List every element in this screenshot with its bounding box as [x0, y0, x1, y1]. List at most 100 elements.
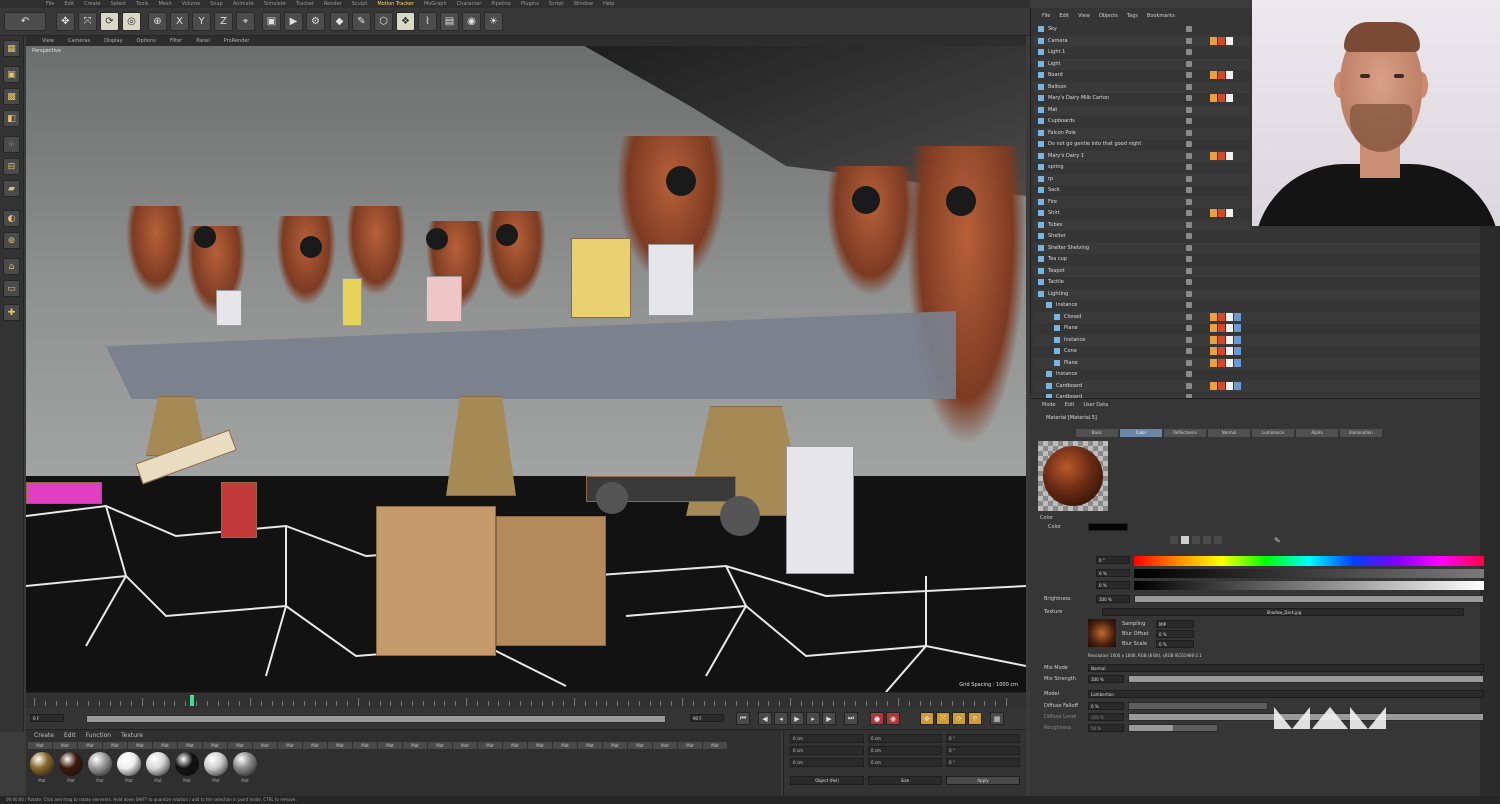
hue-field[interactable]: 0 ° [1096, 556, 1130, 564]
cardboard-box-open[interactable] [376, 506, 496, 656]
object-row[interactable]: Plane [1034, 357, 1480, 369]
render-view-icon[interactable]: ▣ [262, 12, 281, 31]
tag-icon[interactable] [1210, 324, 1217, 332]
object-row[interactable]: rp [1034, 173, 1250, 185]
menu-item[interactable]: Help [603, 1, 614, 7]
tab-basic[interactable]: Basic [1076, 429, 1118, 437]
tag-icon[interactable] [1210, 36, 1217, 45]
visibility-toggle[interactable] [1186, 210, 1192, 216]
preview-range-slider[interactable] [86, 715, 666, 723]
visibility-toggle[interactable] [1186, 60, 1192, 67]
visibility-toggle[interactable] [1186, 164, 1192, 170]
object-row[interactable]: Tea cup [1034, 254, 1480, 265]
brightness-field[interactable]: 100 % [1096, 595, 1130, 603]
material-swatch[interactable]: Mat [173, 750, 201, 790]
points-mode-icon[interactable]: ⁘ [3, 136, 20, 153]
bottle[interactable] [216, 290, 242, 326]
object-row[interactable]: Mary's Dairy Milk Carton [1034, 93, 1250, 104]
material-preview[interactable] [1038, 441, 1108, 511]
visibility-toggle[interactable] [1186, 382, 1192, 389]
object-row[interactable]: Cupboards [1034, 116, 1250, 127]
object-row[interactable]: Fire [1034, 196, 1250, 208]
cloner-icon[interactable]: ❖ [396, 12, 415, 31]
visibility-toggle[interactable] [1186, 72, 1192, 78]
material-tab-label[interactable]: Mat [628, 742, 652, 749]
tag-icon[interactable] [1226, 324, 1233, 332]
menu-item[interactable]: Window [573, 1, 593, 7]
polygons-mode-icon[interactable]: ▰ [3, 180, 20, 197]
material-swatch[interactable]: Mat [202, 750, 230, 790]
play-icon[interactable]: ▶ [790, 712, 804, 725]
tag-icon[interactable] [1210, 209, 1217, 217]
tag-icon[interactable] [1210, 71, 1217, 79]
material-tab-label[interactable]: Mat [678, 742, 702, 749]
viewport-menu-item[interactable]: Filter [170, 38, 182, 44]
coordinate-row[interactable]: 0 cm 0 cm 0 ° [790, 746, 1020, 756]
snap-tool-icon[interactable]: ⊛ [3, 232, 20, 249]
y-axis-icon[interactable]: Y [192, 12, 211, 31]
object-row[interactable]: Camera [1034, 35, 1250, 47]
viewport-menu-item[interactable]: Panel [196, 38, 210, 44]
attribute-menu-item[interactable]: Mode [1042, 402, 1056, 408]
viewport-menu-item[interactable]: Display [104, 38, 122, 44]
mix-strength-slider[interactable] [1128, 675, 1484, 683]
material-swatch[interactable]: Mat [231, 750, 259, 790]
material-swatch[interactable]: Mat [57, 750, 85, 790]
color-mode-icon[interactable] [1203, 536, 1211, 544]
eyedropper-icon[interactable]: ✎ [1274, 536, 1281, 545]
tag-icon[interactable] [1210, 358, 1217, 367]
coordinate-field[interactable]: 0 cm [868, 734, 942, 743]
visibility-toggle[interactable] [1186, 26, 1192, 32]
object-row[interactable]: Shirt [1034, 208, 1250, 219]
end-frame-field[interactable]: 90 F [690, 714, 724, 722]
keyframe-param-icon[interactable]: P [968, 712, 982, 725]
object-row[interactable]: Cardboard [1034, 380, 1480, 392]
material-tab-label[interactable]: Mat [453, 742, 477, 749]
object-row[interactable]: Teapot [1034, 265, 1480, 277]
material-menu-item[interactable]: Edit [64, 732, 76, 739]
object-row[interactable]: Cloned [1034, 311, 1480, 323]
tag-icon[interactable] [1210, 94, 1217, 102]
material-tab-label[interactable]: Mat [653, 742, 677, 749]
texture-mode-icon[interactable]: ▩ [3, 88, 20, 105]
visibility-toggle[interactable] [1186, 175, 1192, 182]
deformer-icon[interactable]: ⌇ [418, 12, 437, 31]
coordinate-row[interactable]: 0 cm 0 cm 0 ° [790, 758, 1020, 768]
tag-icon[interactable] [1210, 335, 1217, 344]
menu-item[interactable]: Volume [182, 1, 201, 7]
menu-item[interactable]: Character [457, 1, 482, 7]
model-dropdown[interactable]: Lambertian [1088, 690, 1484, 698]
tab-luminance[interactable]: Luminance [1252, 429, 1294, 437]
object-row[interactable]: Mat [1034, 104, 1250, 116]
tag-icon[interactable] [1218, 335, 1225, 344]
diffuse-falloff-field[interactable]: 0 % [1088, 702, 1124, 710]
saturation-slider[interactable] [1134, 569, 1484, 578]
material-tab-label[interactable]: Mat [403, 742, 427, 749]
tag-icon[interactable] [1234, 312, 1241, 321]
tag-icon[interactable] [1218, 358, 1225, 367]
diffuse-falloff-slider[interactable] [1128, 702, 1268, 710]
object-menu-item[interactable]: Tags [1127, 13, 1138, 19]
lock-workplane-icon[interactable]: ⌂ [3, 258, 20, 275]
material-tab-label[interactable]: Mat [278, 742, 302, 749]
viewport-menu-item[interactable]: Options [137, 38, 156, 44]
hazmat-figure[interactable] [126, 206, 186, 296]
coordinate-field[interactable]: 0 ° [946, 758, 1020, 767]
coordinate-mode-dropdown[interactable]: Object (Rel) [790, 776, 864, 785]
visibility-toggle[interactable] [1186, 233, 1192, 239]
tab-alpha[interactable]: Alpha [1296, 429, 1338, 437]
color-mode-icon[interactable] [1170, 536, 1178, 544]
sampling-dropdown[interactable]: MIP [1156, 620, 1194, 628]
size-mode-dropdown[interactable]: Size [868, 776, 942, 785]
material-tab-label[interactable]: Mat [303, 742, 327, 749]
start-frame-field[interactable]: 0 F [30, 714, 64, 722]
object-row[interactable]: Plane [1034, 323, 1480, 334]
rotate-icon[interactable]: ⟳ [100, 12, 119, 31]
x-axis-icon[interactable]: X [170, 12, 189, 31]
tag-icon[interactable] [1210, 312, 1217, 321]
visibility-toggle[interactable] [1186, 256, 1192, 262]
tag-icon[interactable] [1218, 312, 1225, 321]
visibility-toggle[interactable] [1186, 129, 1192, 136]
workplane-icon[interactable]: ◧ [3, 110, 20, 127]
tag-icon[interactable] [1218, 324, 1225, 332]
